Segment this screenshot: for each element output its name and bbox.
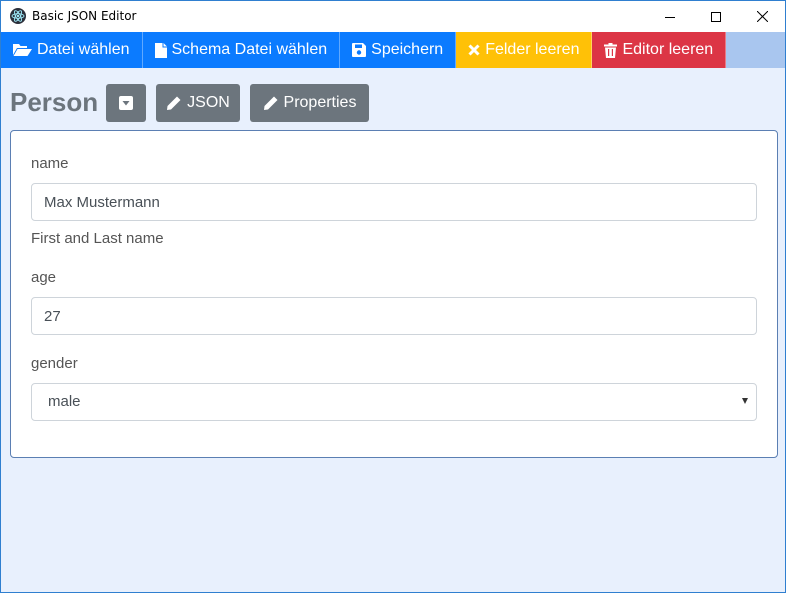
maximize-icon: [711, 11, 721, 22]
folder-open-icon: [13, 44, 32, 56]
minimize-icon: [665, 16, 675, 18]
times-icon: [468, 44, 480, 56]
gender-select[interactable]: male: [31, 383, 757, 421]
name-input[interactable]: [31, 183, 757, 221]
open-schema-button[interactable]: Schema Datei wählen: [142, 32, 341, 68]
clear-editor-label: Editor leeren: [622, 41, 714, 58]
window-title: Basic JSON Editor: [32, 9, 137, 23]
floppy-disk-icon: [352, 43, 367, 57]
close-icon: [756, 11, 768, 22]
close-button[interactable]: [739, 1, 785, 32]
gender-label: gender: [31, 355, 78, 372]
chevron-down-icon: [742, 398, 748, 404]
gender-select-value: male: [48, 393, 81, 410]
properties-button-label: Properties: [283, 94, 357, 111]
save-button[interactable]: Speichern: [340, 32, 457, 68]
pencil-icon: [167, 96, 181, 110]
file-icon: [154, 42, 167, 58]
title-bar: Basic JSON Editor: [1, 1, 785, 32]
toolbar: Datei wählen Schema Datei wählen Speiche…: [1, 32, 785, 68]
properties-button[interactable]: Properties: [250, 84, 369, 122]
collapse-button[interactable]: [106, 84, 146, 122]
electron-icon: [10, 8, 26, 24]
app-window: Basic JSON Editor Datei wählen Schema Da…: [0, 0, 786, 593]
clear-editor-button[interactable]: Editor leeren: [592, 32, 727, 68]
open-schema-label: Schema Datei wählen: [171, 41, 328, 58]
open-file-button[interactable]: Datei wählen: [1, 32, 143, 68]
trash-icon: [604, 42, 618, 58]
save-label: Speichern: [371, 41, 444, 58]
age-label: age: [31, 269, 57, 286]
json-button-label: JSON: [187, 94, 230, 111]
json-button[interactable]: JSON: [156, 84, 240, 122]
pencil-icon: [263, 96, 278, 110]
object-title: Person: [10, 87, 99, 117]
minimize-button[interactable]: [647, 1, 693, 32]
maximize-button[interactable]: [693, 1, 739, 32]
editor-card: name First and Last name age gender male: [10, 130, 778, 458]
clear-fields-button[interactable]: Felder leeren: [456, 32, 593, 68]
open-file-label: Datei wählen: [37, 41, 130, 58]
caret-square-down-icon: [119, 96, 133, 110]
clear-fields-label: Felder leeren: [485, 41, 580, 58]
name-label: name: [31, 155, 69, 172]
name-help-text: First and Last name: [31, 230, 164, 247]
age-input[interactable]: [31, 297, 757, 335]
